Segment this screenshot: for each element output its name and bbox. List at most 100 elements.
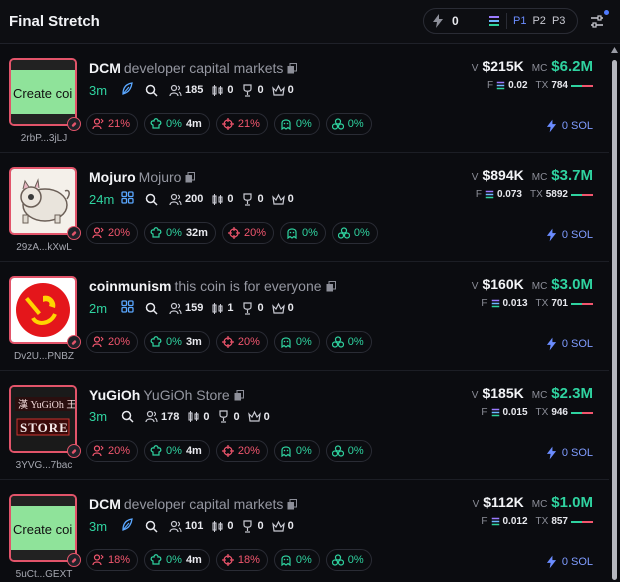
- dev-holding-pill[interactable]: 0% 4m: [144, 549, 210, 571]
- bundles-pill[interactable]: 0%: [331, 222, 378, 244]
- copy-icon[interactable]: [287, 63, 298, 74]
- scrollbar-thumb[interactable]: [612, 60, 617, 580]
- volume-value: $894K: [482, 167, 524, 183]
- snipers-pill[interactable]: 18%: [215, 549, 268, 571]
- quick-buy-control[interactable]: 0 P1 P2 P3: [423, 8, 578, 34]
- quick-buy-amount[interactable]: 0: [452, 14, 482, 28]
- insiders-pill[interactable]: 0%: [273, 549, 320, 571]
- quick-buy-button[interactable]: 0 SOL: [546, 119, 593, 133]
- feather-icon[interactable]: [121, 82, 134, 95]
- token-age: 3m: [89, 518, 108, 534]
- copy-icon[interactable]: [185, 172, 196, 183]
- tx-value: 5892: [545, 189, 568, 200]
- dev-holding-pill[interactable]: 0% 4m: [144, 113, 210, 135]
- filter-settings-icon[interactable]: [589, 14, 605, 30]
- quick-buy-button[interactable]: 0 SOL: [546, 228, 593, 242]
- search-icon[interactable]: [145, 520, 158, 533]
- fee-value: 0.073: [496, 189, 522, 200]
- search-icon[interactable]: [145, 302, 158, 315]
- fee-label: F: [475, 189, 482, 200]
- token-row[interactable]: 漢 YuGiOh 王 STORE 3YVG...7bac YuGiOh YuGiOh…: [0, 372, 609, 480]
- token-ticker[interactable]: DCM: [89, 60, 121, 76]
- token-row[interactable]: Create coi 5uCt...GEXT DCM developer capi…: [0, 481, 609, 582]
- insiders-pill[interactable]: 0%: [273, 331, 320, 353]
- market-cap-value: $3.0M: [551, 276, 593, 293]
- top10-holders-pill[interactable]: 20%: [86, 440, 139, 462]
- token-image[interactable]: Create coi: [9, 58, 77, 126]
- trophy-count: 0: [257, 302, 264, 314]
- social-slot[interactable]: [121, 191, 137, 207]
- social-slot[interactable]: [121, 82, 137, 98]
- search-icon[interactable]: [145, 193, 158, 206]
- feather-icon[interactable]: [121, 518, 134, 531]
- preset-p2[interactable]: P2: [532, 15, 545, 27]
- market-cap-value: $1.0M: [551, 494, 593, 511]
- buy-amount: 0 SOL: [561, 447, 593, 459]
- token-row[interactable]: Create coi 2rbP...3jLJ DCM developer capi…: [0, 45, 609, 153]
- fee-tx-line: F 0.073 TX 5892: [476, 189, 593, 200]
- candles-icon: [188, 411, 199, 422]
- lightning-icon: [546, 119, 556, 133]
- snipers-value: 21%: [237, 118, 260, 130]
- snipers-pill[interactable]: 20%: [215, 331, 268, 353]
- dev-holding-pill[interactable]: 0% 4m: [144, 440, 210, 462]
- market-cap-label: MC: [531, 281, 548, 292]
- quick-buy-button[interactable]: 0 SOL: [546, 337, 593, 351]
- bundles-pill[interactable]: 0%: [325, 549, 372, 571]
- top10-holders-pill[interactable]: 21%: [86, 113, 139, 135]
- social-slot[interactable]: [121, 518, 137, 534]
- bundle-icon: [331, 554, 344, 566]
- bundles-pill[interactable]: 0%: [325, 331, 372, 353]
- token-ticker[interactable]: coinmunism: [89, 278, 171, 294]
- snipers-pill[interactable]: 21%: [215, 113, 268, 135]
- token-image[interactable]: 漢 YuGiOh 王 STORE: [9, 385, 77, 453]
- quick-buy-button[interactable]: 0 SOL: [546, 555, 593, 569]
- insiders-pill[interactable]: 0%: [273, 113, 320, 135]
- dev-holding-pill[interactable]: 0% 32m: [144, 222, 216, 244]
- token-address[interactable]: 29zA...kXwL: [11, 242, 77, 253]
- community-icon[interactable]: [121, 191, 134, 204]
- token-ticker[interactable]: YuGiOh: [89, 387, 140, 403]
- token-name-line: coinmunism this coin is for everyone: [89, 278, 336, 294]
- insiders-pill[interactable]: 0%: [280, 222, 326, 244]
- social-slot[interactable]: [121, 300, 137, 316]
- sell-ratio-fill: [582, 84, 593, 87]
- snipers-pill[interactable]: 20%: [221, 222, 274, 244]
- chef-hat-icon: [150, 118, 162, 129]
- token-meta: 2m 159 1 0 0: [89, 300, 302, 316]
- sell-ratio-fill: [582, 520, 593, 523]
- bundles-pill[interactable]: 0%: [325, 113, 372, 135]
- top10-holders-pill[interactable]: 18%: [86, 549, 139, 571]
- quick-buy-button[interactable]: 0 SOL: [546, 446, 593, 460]
- top10-holders-pill[interactable]: 20%: [86, 331, 139, 353]
- token-ticker[interactable]: Mojuro: [89, 169, 136, 185]
- fee-tx-line: F 0.012 TX 857: [481, 516, 593, 527]
- insiders-pill[interactable]: 0%: [273, 440, 320, 462]
- bundles-value: 0%: [347, 336, 364, 348]
- community-icon[interactable]: [121, 300, 134, 313]
- search-icon[interactable]: [121, 410, 134, 423]
- token-image[interactable]: [9, 167, 77, 235]
- bundles-pill[interactable]: 0%: [325, 440, 372, 462]
- copy-icon[interactable]: [287, 499, 298, 510]
- token-row[interactable]: 29zA...kXwL Mojuro Mojuro 24m 200 0 0 0 2…: [0, 154, 609, 262]
- top10-holders-pill[interactable]: 20%: [86, 222, 139, 244]
- copy-icon[interactable]: [234, 390, 244, 401]
- preset-p3[interactable]: P3: [552, 15, 565, 27]
- search-icon[interactable]: [145, 84, 158, 97]
- token-address[interactable]: 5uCt...GEXT: [11, 569, 77, 580]
- token-row[interactable]: Dv2U...PNBZ coinmunism this coin is for e…: [0, 263, 609, 371]
- dev-holding-pill[interactable]: 0% 3m: [144, 331, 210, 353]
- token-address[interactable]: Dv2U...PNBZ: [11, 351, 77, 362]
- token-address[interactable]: 3YVG...7bac: [11, 460, 77, 471]
- copy-icon[interactable]: [326, 281, 336, 292]
- token-ticker[interactable]: DCM: [89, 496, 121, 512]
- token-image[interactable]: Create coi: [9, 494, 77, 562]
- holders-icon: [145, 410, 158, 423]
- preset-p1[interactable]: P1: [513, 15, 526, 27]
- solana-icon: [496, 81, 505, 90]
- snipers-pill[interactable]: 20%: [215, 440, 268, 462]
- token-address[interactable]: 2rbP...3jLJ: [11, 133, 77, 144]
- token-image[interactable]: [9, 276, 77, 344]
- scroll-up-arrow-icon[interactable]: [611, 47, 618, 53]
